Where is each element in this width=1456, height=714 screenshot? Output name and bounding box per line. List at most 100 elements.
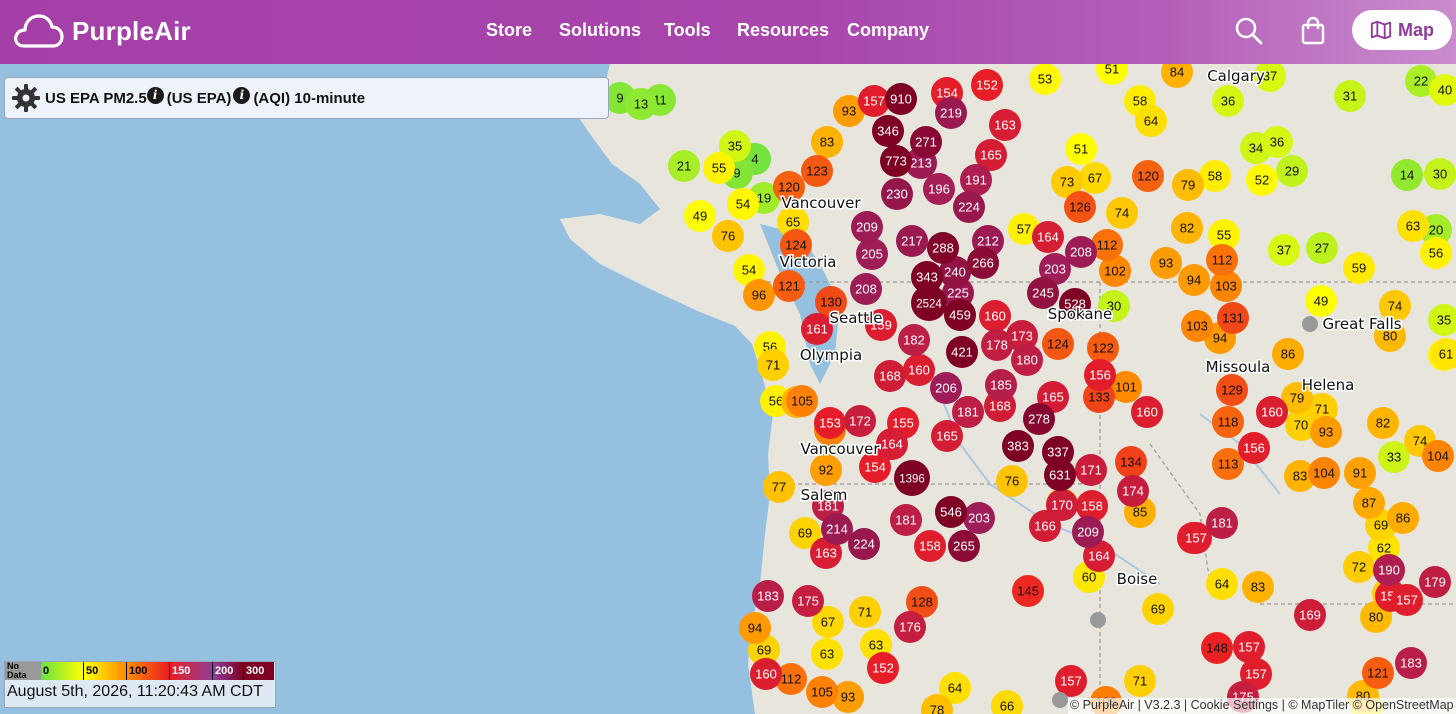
sensor-marker[interactable]: 104: [1422, 440, 1454, 472]
sensor-marker[interactable]: 161: [801, 313, 833, 345]
sensor-marker[interactable]: 126: [1064, 191, 1096, 223]
sensor-marker[interactable]: 288: [927, 232, 959, 264]
sensor-marker[interactable]: 51: [1065, 133, 1097, 165]
sensor-marker[interactable]: 152: [867, 652, 899, 684]
sensor-marker[interactable]: 181: [1206, 507, 1238, 539]
sensor-marker[interactable]: 205: [856, 238, 888, 270]
sensor-marker[interactable]: 174: [1117, 475, 1149, 507]
sensor-marker[interactable]: 219: [935, 97, 967, 129]
sensor-marker[interactable]: 94: [739, 612, 771, 644]
sensor-marker[interactable]: 910: [885, 83, 917, 115]
sensor-marker[interactable]: 160: [903, 354, 935, 386]
sensor-marker[interactable]: 71: [1124, 665, 1156, 697]
sensor-marker[interactable]: 37: [1268, 234, 1300, 266]
shopping-bag-icon[interactable]: [1298, 16, 1328, 46]
sensor-marker[interactable]: 67: [1079, 162, 1111, 194]
sensor-marker[interactable]: 153: [814, 407, 846, 439]
sensor-marker[interactable]: 83: [811, 126, 843, 158]
sensor-marker[interactable]: 152: [971, 69, 1003, 101]
sensor-marker[interactable]: 21: [668, 150, 700, 182]
sensor-marker[interactable]: 773: [880, 145, 912, 177]
sensor-marker[interactable]: 96: [743, 279, 775, 311]
sensor-marker[interactable]: 266: [967, 247, 999, 279]
sensor-marker[interactable]: 56: [1420, 237, 1452, 269]
sensor-marker[interactable]: 134: [1115, 446, 1147, 478]
sensor-marker[interactable]: 170: [1046, 489, 1078, 521]
sensor-marker[interactable]: 160: [1256, 396, 1288, 428]
sensor-marker[interactable]: 121: [1362, 657, 1394, 689]
sensor-marker[interactable]: 145: [1012, 575, 1044, 607]
sensor-marker[interactable]: 91: [1344, 457, 1376, 489]
sensor-marker[interactable]: 49: [1305, 285, 1337, 317]
sensor-marker[interactable]: 224: [848, 528, 880, 560]
sensor-marker[interactable]: 86: [1387, 502, 1419, 534]
sensor-marker[interactable]: 13: [625, 88, 657, 120]
sensor-marker[interactable]: 175: [792, 585, 824, 617]
sensor-marker[interactable]: 164: [876, 428, 908, 460]
sensor-marker[interactable]: 191: [960, 164, 992, 196]
sensor-type-selector[interactable]: US EPA PM2.5 i (US EPA) i (AQI) 10-minut…: [4, 77, 609, 119]
sensor-marker[interactable]: 208: [850, 273, 882, 305]
sensor-marker[interactable]: 160: [750, 658, 782, 690]
sensor-marker[interactable]: 158: [914, 530, 946, 562]
sensor-marker[interactable]: 183: [1395, 647, 1427, 679]
sensor-marker[interactable]: 105: [806, 676, 838, 708]
sensor-marker[interactable]: 64: [1206, 568, 1238, 600]
purpleair-logo[interactable]: PurpleAir: [12, 8, 191, 54]
sensor-marker[interactable]: 180: [1011, 344, 1043, 376]
sensor-marker[interactable]: 69: [1142, 593, 1174, 625]
sensor-marker[interactable]: 76: [996, 465, 1028, 497]
sensor-marker[interactable]: 55: [703, 152, 735, 184]
sensor-marker[interactable]: 36: [1212, 85, 1244, 117]
sensor-marker[interactable]: 94: [1178, 264, 1210, 296]
sensor-marker[interactable]: 181: [890, 504, 922, 536]
sensor-marker[interactable]: 209: [1072, 516, 1104, 548]
sensor-marker[interactable]: 178: [981, 329, 1013, 361]
sensor-marker[interactable]: 76: [712, 220, 744, 252]
sensor-marker[interactable]: 383: [1002, 430, 1034, 462]
map-button[interactable]: Map: [1352, 10, 1452, 50]
sensor-marker[interactable]: 71: [757, 349, 789, 381]
sensor-marker[interactable]: 278: [1023, 403, 1055, 435]
sensor-marker[interactable]: 82: [1171, 212, 1203, 244]
sensor-marker[interactable]: 103: [1181, 310, 1213, 342]
sensor-marker[interactable]: 160: [1131, 396, 1163, 428]
sensor-marker[interactable]: 124: [1042, 328, 1074, 360]
sensor-nodata[interactable]: [1052, 692, 1068, 708]
sensor-marker[interactable]: 203: [963, 502, 995, 534]
sensor-marker[interactable]: 206: [930, 372, 962, 404]
sensor-marker[interactable]: 346: [872, 115, 904, 147]
nav-resources[interactable]: Resources: [737, 20, 829, 41]
sensor-marker[interactable]: 92: [810, 454, 842, 486]
sensor-marker[interactable]: 131: [1217, 302, 1249, 334]
sensor-marker[interactable]: 93: [1310, 416, 1342, 448]
sensor-marker[interactable]: 120: [1132, 160, 1164, 192]
map-canvas[interactable]: 499 111314192021222729 3030313334353536363…: [0, 64, 1456, 714]
sensor-marker[interactable]: 190: [1373, 554, 1405, 586]
sensor-marker[interactable]: 104: [1308, 457, 1340, 489]
sensor-marker[interactable]: 179: [1419, 566, 1451, 598]
sensor-marker[interactable]: 214: [821, 513, 853, 545]
sensor-marker[interactable]: 63: [1397, 210, 1429, 242]
sensor-marker[interactable]: 118: [1212, 406, 1244, 438]
sensor-marker[interactable]: 168: [874, 360, 906, 392]
sensor-marker[interactable]: 163: [989, 109, 1021, 141]
nav-company[interactable]: Company: [847, 20, 929, 41]
sensor-marker[interactable]: 14: [1391, 159, 1423, 191]
sensor-marker[interactable]: 185: [985, 369, 1017, 401]
sensor-marker[interactable]: 631: [1044, 459, 1076, 491]
sensor-marker[interactable]: 71: [849, 596, 881, 628]
sensor-marker[interactable]: 72: [1343, 551, 1375, 583]
sensor-marker[interactable]: 54: [727, 188, 759, 220]
sensor-marker[interactable]: 53: [1029, 64, 1061, 95]
sensor-marker[interactable]: 129: [1216, 374, 1248, 406]
sensor-marker[interactable]: 265: [948, 530, 980, 562]
sensor-marker[interactable]: 2524: [911, 285, 947, 321]
sensor-marker[interactable]: 156: [1238, 432, 1270, 464]
gear-icon[interactable]: [11, 83, 41, 113]
sensor-marker[interactable]: 157: [1233, 631, 1265, 663]
sensor-marker[interactable]: 209: [851, 211, 883, 243]
sensor-marker[interactable]: 77: [763, 471, 795, 503]
sensor-marker[interactable]: 164: [1032, 221, 1064, 253]
sensor-nodata[interactable]: [1302, 316, 1318, 332]
